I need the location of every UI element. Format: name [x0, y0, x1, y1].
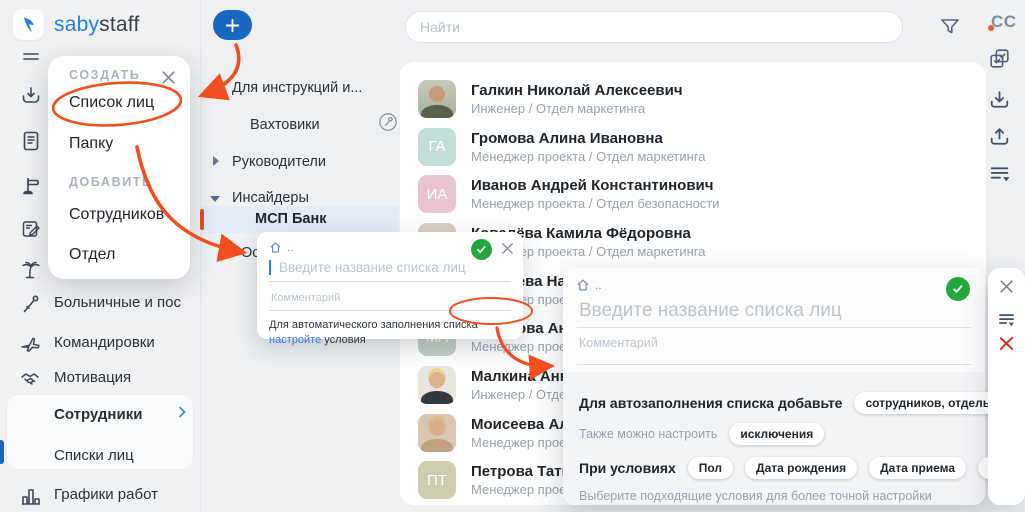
employee-role: Инженер / Отдел маркетинга — [471, 101, 683, 116]
tree-node-instructions[interactable]: Для инструкций и... — [210, 80, 362, 96]
condition-pill-hiredate[interactable]: Дата приема — [869, 457, 966, 479]
create-menu-title: СОЗДАТЬ — [69, 68, 140, 82]
create-list-dialog-large: .. Для автозаполнения списка добавьте со… — [563, 268, 985, 505]
selected-indicator — [200, 209, 204, 230]
avatar: ИА — [418, 175, 456, 213]
wrench-settings-icon[interactable] — [377, 111, 399, 133]
airplane-icon[interactable] — [19, 332, 43, 356]
tree-expand-icon[interactable] — [210, 86, 220, 92]
tree-node-vahtoviki[interactable]: Вахтовики — [250, 117, 320, 133]
list-item[interactable]: ИА Иванов Андрей Константинович Менеджер… — [400, 170, 986, 218]
list-filter-icon[interactable] — [996, 309, 1017, 330]
status-dot — [988, 25, 994, 31]
conditions-label: При условиях — [579, 460, 676, 476]
create-menu-popup: СОЗДАТЬ Список лиц Папку ДОБАВИТЬ Сотруд… — [48, 56, 190, 279]
close-icon[interactable] — [500, 241, 515, 256]
delete-red-x-icon[interactable] — [997, 334, 1016, 353]
also-configure-label: Также можно настроить — [579, 427, 717, 441]
autofill-label: Для автозаполнения списка добавьте — [579, 395, 842, 411]
menu-item-create-folder[interactable]: Папку — [69, 135, 113, 153]
upload-icon[interactable] — [987, 125, 1012, 150]
avatar: ПТ — [418, 461, 456, 499]
close-icon[interactable] — [998, 278, 1015, 295]
brand-staff: staff — [99, 13, 139, 36]
search-input[interactable] — [406, 12, 930, 42]
tree-collapse-icon[interactable] — [224, 247, 230, 257]
list-name-input[interactable] — [277, 259, 511, 276]
tree-node-msp-bank-selected[interactable]: МСП Банк — [200, 206, 398, 233]
employee-role: Менеджер проекта / Отдел безопасности — [471, 196, 720, 211]
autofill-settings-section: Для автозаполнения списка добавьте сотру… — [563, 372, 985, 505]
menu-item-create-person-list[interactable]: Список лиц — [69, 94, 154, 112]
condition-pill-gender[interactable]: Пол — [688, 457, 733, 479]
add-menu-title: ДОБАВИТЬ — [69, 175, 153, 189]
tree-collapse-icon[interactable] — [213, 156, 219, 166]
conditions-hint: Выберите подходящие условия для более то… — [579, 489, 969, 503]
brand-wordmark: sabystaff — [54, 13, 139, 37]
list-item[interactable]: ГА Громова Алина Ивановна Менеджер проек… — [400, 123, 986, 171]
home-icon[interactable] — [576, 278, 590, 292]
create-list-dialog-small: .. Для автоматического заполнения списка… — [257, 232, 523, 339]
gavel-icon[interactable] — [19, 174, 43, 198]
tree-node-rukovoditeli[interactable]: Руководители — [213, 154, 326, 170]
menu-item-add-employees[interactable]: Сотрудников — [69, 206, 164, 224]
palm-tree-icon[interactable] — [19, 257, 43, 281]
text-cursor — [269, 260, 271, 275]
configure-link[interactable]: настройте — [269, 334, 321, 346]
list-name-input[interactable] — [577, 299, 975, 327]
avatar: ГА — [418, 128, 456, 166]
breadcrumb[interactable]: .. — [595, 278, 602, 292]
active-item-indicator — [0, 440, 4, 464]
condition-pill-birthdate[interactable]: Дата рождения — [745, 457, 857, 479]
saby-logo-icon[interactable] — [13, 9, 44, 40]
filter-funnel-icon[interactable] — [938, 15, 962, 39]
employee-name: Громова Алина Ивановна — [471, 130, 705, 147]
inbox-tray-icon[interactable] — [19, 84, 43, 108]
comment-input[interactable] — [269, 291, 515, 305]
close-icon[interactable] — [160, 69, 177, 86]
search-bar — [405, 11, 903, 43]
add-button[interactable] — [213, 10, 252, 40]
avatar — [418, 80, 456, 118]
employee-name: Галкин Николай Алексеевич — [471, 82, 683, 99]
exclusions-pill[interactable]: исключения — [729, 423, 824, 445]
thermometer-icon[interactable] — [19, 292, 43, 316]
tasks-check-icon[interactable] — [987, 46, 1012, 71]
sidebar-item-business-trips[interactable]: Командировки — [54, 334, 196, 351]
saby-staff-app: sabystaff — [0, 0, 1025, 512]
notepad-edit-icon[interactable] — [19, 217, 43, 241]
avatar — [418, 414, 456, 452]
autofill-hint: Для автоматического заполнения списка на… — [269, 318, 515, 349]
confirm-check-button[interactable] — [471, 239, 492, 260]
chevron-right-icon[interactable] — [174, 404, 190, 420]
sidebar-item-person-lists[interactable]: Списки лиц — [54, 447, 196, 464]
sidebar-item-sick-leave[interactable]: Больничные и пос — [54, 294, 196, 311]
dialog-side-rail — [988, 268, 1025, 505]
confirm-check-button[interactable] — [946, 277, 970, 301]
breadcrumb[interactable]: .. — [287, 240, 294, 254]
hamburger-menu-icon[interactable] — [19, 46, 43, 70]
list-item[interactable]: Галкин Николай Алексеевич Инженер / Отде… — [400, 75, 986, 123]
brand-saby: saby — [54, 13, 99, 36]
sidebar-item-work-schedules[interactable]: Графики работ — [54, 486, 196, 503]
home-icon[interactable] — [269, 241, 282, 254]
tree-expand-icon[interactable] — [210, 196, 220, 202]
list-filter-icon[interactable] — [987, 161, 1012, 186]
handshake-icon[interactable] — [19, 367, 43, 391]
employee-role: Менеджер проекта / Отдел маркетинга — [471, 149, 705, 164]
comment-input[interactable] — [577, 335, 975, 364]
document-icon[interactable] — [19, 129, 43, 153]
bar-chart-icon[interactable] — [19, 484, 43, 508]
employee-name: Иванов Андрей Константинович — [471, 177, 720, 194]
avatar — [418, 366, 456, 404]
user-badge[interactable]: СС — [991, 12, 1017, 32]
sidebar-item-motivation[interactable]: Мотивация — [54, 369, 196, 386]
menu-item-add-department[interactable]: Отдел — [69, 246, 115, 264]
tree-node-insaidery[interactable]: Инсайдеры — [210, 190, 309, 206]
download-icon[interactable] — [987, 88, 1012, 113]
